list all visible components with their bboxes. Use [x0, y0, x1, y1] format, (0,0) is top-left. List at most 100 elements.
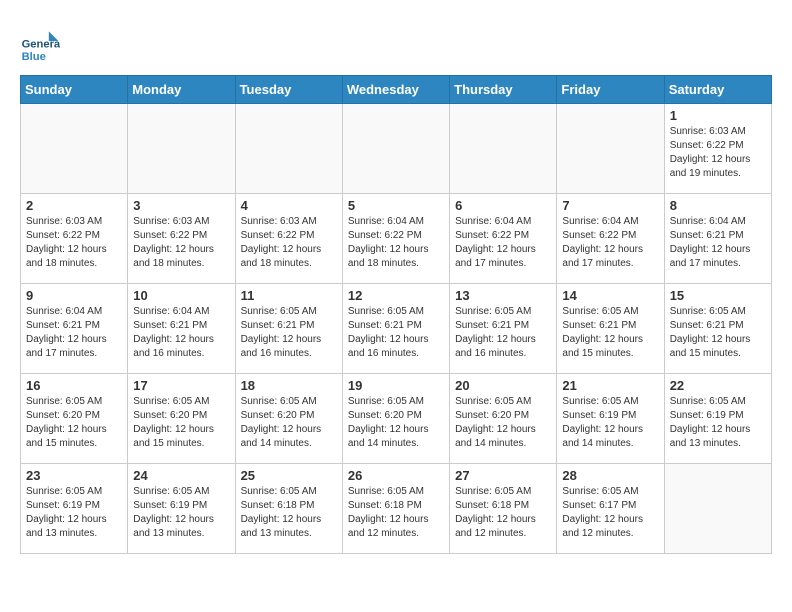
- calendar-cell: 4 Sunrise: 6:03 AM Sunset: 6:22 PM Daylig…: [235, 194, 342, 284]
- day-number: 11: [241, 288, 337, 303]
- calendar-cell: 18 Sunrise: 6:05 AM Sunset: 6:20 PM Dayli…: [235, 374, 342, 464]
- day-info: Sunrise: 6:05 AM Sunset: 6:21 PM Dayligh…: [455, 305, 551, 361]
- day-info: Sunrise: 6:05 AM Sunset: 6:21 PM Dayligh…: [241, 305, 337, 361]
- day-info: Sunrise: 6:05 AM Sunset: 6:21 PM Dayligh…: [670, 305, 766, 361]
- day-header-sunday: Sunday: [21, 76, 128, 104]
- calendar-week-4: 16 Sunrise: 6:05 AM Sunset: 6:20 PM Dayli…: [21, 374, 772, 464]
- calendar-cell: [128, 104, 235, 194]
- calendar-cell: 3 Sunrise: 6:03 AM Sunset: 6:22 PM Daylig…: [128, 194, 235, 284]
- day-number: 3: [133, 198, 229, 213]
- day-number: 22: [670, 378, 766, 393]
- day-info: Sunrise: 6:05 AM Sunset: 6:19 PM Dayligh…: [562, 395, 658, 451]
- day-info: Sunrise: 6:05 AM Sunset: 6:21 PM Dayligh…: [348, 305, 444, 361]
- page-header: General Blue: [20, 20, 772, 65]
- day-info: Sunrise: 6:04 AM Sunset: 6:21 PM Dayligh…: [670, 215, 766, 271]
- calendar-cell: [21, 104, 128, 194]
- day-number: 14: [562, 288, 658, 303]
- day-number: 5: [348, 198, 444, 213]
- day-number: 20: [455, 378, 551, 393]
- logo: General Blue: [20, 25, 64, 65]
- day-number: 19: [348, 378, 444, 393]
- calendar-cell: [664, 464, 771, 554]
- day-info: Sunrise: 6:05 AM Sunset: 6:19 PM Dayligh…: [670, 395, 766, 451]
- calendar-cell: [450, 104, 557, 194]
- calendar-cell: 9 Sunrise: 6:04 AM Sunset: 6:21 PM Daylig…: [21, 284, 128, 374]
- calendar-cell: 23 Sunrise: 6:05 AM Sunset: 6:19 PM Dayli…: [21, 464, 128, 554]
- calendar-cell: [235, 104, 342, 194]
- day-info: Sunrise: 6:05 AM Sunset: 6:20 PM Dayligh…: [26, 395, 122, 451]
- calendar-cell: 17 Sunrise: 6:05 AM Sunset: 6:20 PM Dayli…: [128, 374, 235, 464]
- day-info: Sunrise: 6:05 AM Sunset: 6:21 PM Dayligh…: [562, 305, 658, 361]
- day-number: 1: [670, 108, 766, 123]
- calendar-cell: 26Sunrise: 6:05 AM Sunset: 6:18 PM Dayli…: [342, 464, 449, 554]
- day-number: 12: [348, 288, 444, 303]
- day-number: 23: [26, 468, 122, 483]
- calendar-cell: 20 Sunrise: 6:05 AM Sunset: 6:20 PM Dayli…: [450, 374, 557, 464]
- day-info: Sunrise: 6:05 AM Sunset: 6:20 PM Dayligh…: [455, 395, 551, 451]
- day-info: Sunrise: 6:05 AM Sunset: 6:20 PM Dayligh…: [133, 395, 229, 451]
- calendar-cell: 10 Sunrise: 6:04 AM Sunset: 6:21 PM Dayli…: [128, 284, 235, 374]
- calendar-cell: 28 Sunrise: 6:05 AM Sunset: 6:17 PM Dayli…: [557, 464, 664, 554]
- day-number: 27: [455, 468, 551, 483]
- day-number: 24: [133, 468, 229, 483]
- day-info: Sunrise: 6:04 AM Sunset: 6:22 PM Dayligh…: [348, 215, 444, 271]
- calendar-cell: 13 Sunrise: 6:05 AM Sunset: 6:21 PM Dayli…: [450, 284, 557, 374]
- day-header-thursday: Thursday: [450, 76, 557, 104]
- day-info: Sunrise: 6:05 AM Sunset: 6:18 PM Dayligh…: [455, 485, 551, 541]
- day-info: Sunrise: 6:05 AM Sunset: 6:20 PM Dayligh…: [241, 395, 337, 451]
- calendar-cell: 14 Sunrise: 6:05 AM Sunset: 6:21 PM Dayli…: [557, 284, 664, 374]
- day-header-wednesday: Wednesday: [342, 76, 449, 104]
- day-number: 21: [562, 378, 658, 393]
- day-info: Sunrise: 6:03 AM Sunset: 6:22 PM Dayligh…: [26, 215, 122, 271]
- day-number: 15: [670, 288, 766, 303]
- day-number: 6: [455, 198, 551, 213]
- day-number: 17: [133, 378, 229, 393]
- day-number: 7: [562, 198, 658, 213]
- day-number: 2: [26, 198, 122, 213]
- calendar-cell: 7Sunrise: 6:04 AM Sunset: 6:22 PM Daylig…: [557, 194, 664, 284]
- calendar-header-row: SundayMondayTuesdayWednesdayThursdayFrid…: [21, 76, 772, 104]
- calendar-cell: 8 Sunrise: 6:04 AM Sunset: 6:21 PM Daylig…: [664, 194, 771, 284]
- day-info: Sunrise: 6:05 AM Sunset: 6:18 PM Dayligh…: [241, 485, 337, 541]
- day-number: 10: [133, 288, 229, 303]
- calendar-cell: 27 Sunrise: 6:05 AM Sunset: 6:18 PM Dayli…: [450, 464, 557, 554]
- calendar-week-5: 23 Sunrise: 6:05 AM Sunset: 6:19 PM Dayli…: [21, 464, 772, 554]
- day-header-monday: Monday: [128, 76, 235, 104]
- calendar-cell: [557, 104, 664, 194]
- day-info: Sunrise: 6:05 AM Sunset: 6:19 PM Dayligh…: [133, 485, 229, 541]
- calendar-cell: 16 Sunrise: 6:05 AM Sunset: 6:20 PM Dayli…: [21, 374, 128, 464]
- calendar-cell: 22 Sunrise: 6:05 AM Sunset: 6:19 PM Dayli…: [664, 374, 771, 464]
- day-number: 18: [241, 378, 337, 393]
- day-header-saturday: Saturday: [664, 76, 771, 104]
- calendar-week-1: 1 Sunrise: 6:03 AM Sunset: 6:22 PM Daylig…: [21, 104, 772, 194]
- day-info: Sunrise: 6:05 AM Sunset: 6:20 PM Dayligh…: [348, 395, 444, 451]
- day-number: 4: [241, 198, 337, 213]
- day-info: Sunrise: 6:03 AM Sunset: 6:22 PM Dayligh…: [241, 215, 337, 271]
- calendar-cell: 12 Sunrise: 6:05 AM Sunset: 6:21 PM Dayli…: [342, 284, 449, 374]
- logo-icon: General Blue: [20, 25, 60, 65]
- day-info: Sunrise: 6:04 AM Sunset: 6:22 PM Dayligh…: [455, 215, 551, 271]
- calendar-cell: 25 Sunrise: 6:05 AM Sunset: 6:18 PM Dayli…: [235, 464, 342, 554]
- day-info: Sunrise: 6:03 AM Sunset: 6:22 PM Dayligh…: [670, 125, 766, 181]
- day-number: 16: [26, 378, 122, 393]
- calendar-cell: 15 Sunrise: 6:05 AM Sunset: 6:21 PM Dayli…: [664, 284, 771, 374]
- calendar-week-2: 2 Sunrise: 6:03 AM Sunset: 6:22 PM Daylig…: [21, 194, 772, 284]
- day-number: 8: [670, 198, 766, 213]
- calendar-cell: 1 Sunrise: 6:03 AM Sunset: 6:22 PM Daylig…: [664, 104, 771, 194]
- calendar-cell: 11 Sunrise: 6:05 AM Sunset: 6:21 PM Dayli…: [235, 284, 342, 374]
- calendar-cell: 5 Sunrise: 6:04 AM Sunset: 6:22 PM Daylig…: [342, 194, 449, 284]
- day-info: Sunrise: 6:05 AM Sunset: 6:19 PM Dayligh…: [26, 485, 122, 541]
- calendar-cell: 21 Sunrise: 6:05 AM Sunset: 6:19 PM Dayli…: [557, 374, 664, 464]
- calendar-cell: [342, 104, 449, 194]
- calendar-cell: 24 Sunrise: 6:05 AM Sunset: 6:19 PM Dayli…: [128, 464, 235, 554]
- day-info: Sunrise: 6:03 AM Sunset: 6:22 PM Dayligh…: [133, 215, 229, 271]
- day-number: 25: [241, 468, 337, 483]
- day-number: 9: [26, 288, 122, 303]
- day-info: Sunrise: 6:05 AM Sunset: 6:18 PM Dayligh…: [348, 485, 444, 541]
- day-info: Sunrise: 6:05 AM Sunset: 6:17 PM Dayligh…: [562, 485, 658, 541]
- day-number: 28: [562, 468, 658, 483]
- day-info: Sunrise: 6:04 AM Sunset: 6:21 PM Dayligh…: [26, 305, 122, 361]
- day-number: 13: [455, 288, 551, 303]
- day-info: Sunrise: 6:04 AM Sunset: 6:21 PM Dayligh…: [133, 305, 229, 361]
- day-header-friday: Friday: [557, 76, 664, 104]
